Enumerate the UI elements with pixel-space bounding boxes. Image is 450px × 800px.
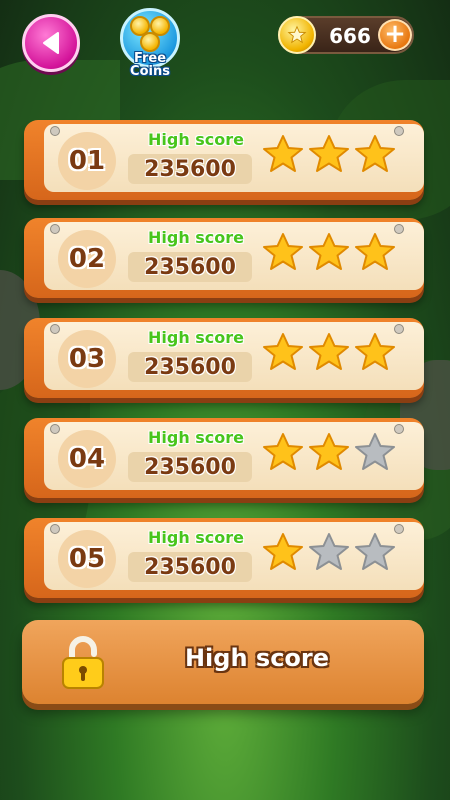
star-rating [262,532,404,576]
high-score-value: 235600 [144,156,236,182]
coin-counter: 666 + [278,16,414,54]
star-filled-icon [355,333,395,370]
high-score-label: High score [147,328,245,347]
level-row[interactable]: 01 High score 235600 [24,120,424,200]
level-number: 01 [68,146,106,176]
level-number-badge: 05 [58,530,116,588]
star-filled-icon [263,533,303,570]
star-filled-icon [309,233,349,270]
high-score-label: High score [147,130,245,149]
star-empty-icon [355,533,395,570]
level-row[interactable]: 04 High score 235600 [24,418,424,498]
star-rating [262,134,404,178]
star-rating [262,332,404,376]
coin-icon [140,32,160,52]
free-coins-label: Free Coins [130,51,170,79]
add-coins-button[interactable]: + [378,19,412,51]
level-number-badge: 04 [58,430,116,488]
pin-icon [50,324,60,334]
score-box: 235600 [128,552,252,582]
level-row[interactable]: 03 High score 235600 [24,318,424,398]
high-score-value: 235600 [144,354,236,380]
coin-icon [278,16,316,54]
back-button[interactable] [22,14,80,72]
high-score-button[interactable]: High score [22,620,424,704]
level-number: 04 [68,444,106,474]
star-filled-icon [309,433,349,470]
level-row[interactable]: 02 High score 235600 [24,218,424,298]
level-number: 05 [68,544,106,574]
star-empty-icon [355,433,395,470]
pin-icon [50,126,60,136]
pin-icon [50,424,60,434]
high-score-value: 235600 [144,454,236,480]
high-score-value: 235600 [144,254,236,280]
top-bar: Free Coins 666 + [0,0,450,100]
star-filled-icon [263,333,303,370]
free-coins-button[interactable]: Free Coins [116,8,184,80]
star-rating [262,432,404,476]
high-score-label: High score [147,228,245,247]
high-score-value: 235600 [144,554,236,580]
level-number: 03 [68,344,106,374]
star-filled-icon [263,135,303,172]
star-empty-icon [309,533,349,570]
coin-count: 666 [329,24,371,48]
star-filled-icon [355,233,395,270]
score-box: 235600 [128,252,252,282]
plus-icon: + [384,19,406,49]
level-number-badge: 02 [58,230,116,288]
high-score-label: High score [147,528,245,547]
lock-icon [62,636,104,689]
level-number: 02 [68,244,106,274]
star-filled-icon [263,233,303,270]
star-filled-icon [263,433,303,470]
back-arrow-icon [43,32,59,54]
pin-icon [50,224,60,234]
pin-icon [50,524,60,534]
level-number-badge: 03 [58,330,116,388]
score-box: 235600 [128,352,252,382]
star-rating [262,232,404,276]
star-filled-icon [309,135,349,172]
level-row[interactable]: 05 High score 235600 [24,518,424,598]
score-box: 235600 [128,154,252,184]
score-box: 235600 [128,452,252,482]
high-score-button-label: High score [184,644,330,672]
level-number-badge: 01 [58,132,116,190]
star-filled-icon [309,333,349,370]
high-score-label: High score [147,428,245,447]
star-filled-icon [355,135,395,172]
